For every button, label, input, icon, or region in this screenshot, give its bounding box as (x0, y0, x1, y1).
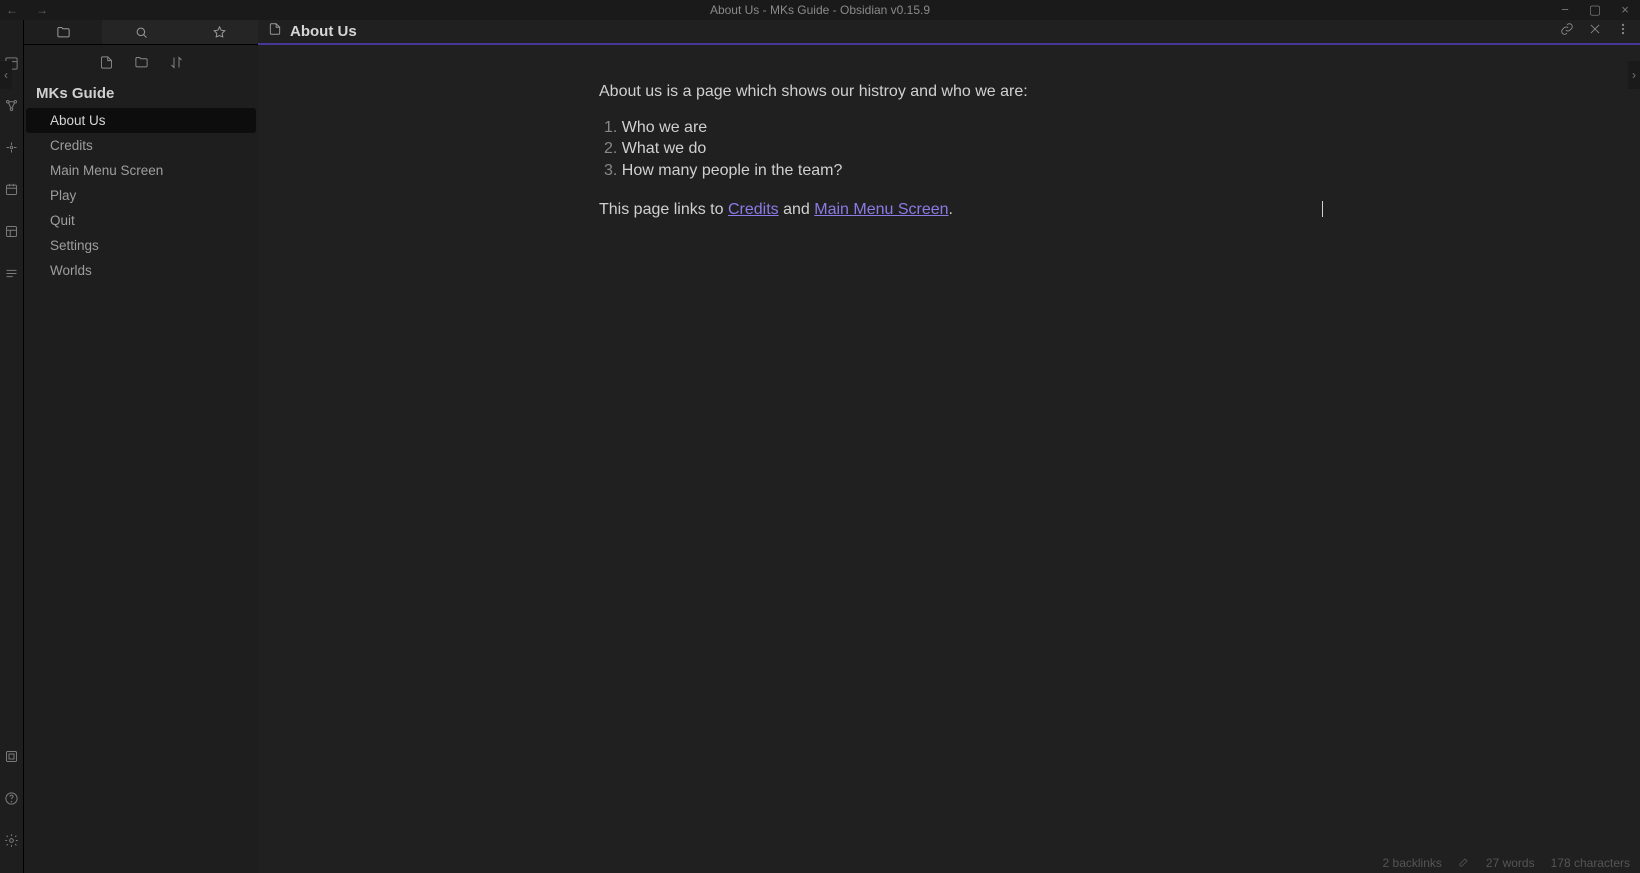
daily-note-icon[interactable] (4, 182, 19, 202)
links-mid-text: and (779, 201, 815, 218)
char-count: 178 characters (1551, 856, 1630, 870)
minimize-button[interactable]: − (1550, 2, 1580, 18)
sidebar-tabs (24, 20, 258, 45)
titlebar-nav: ← → (6, 3, 48, 17)
command-palette-icon[interactable] (4, 266, 19, 286)
vault-icon[interactable] (4, 749, 19, 769)
editor-title[interactable]: About Us (290, 23, 357, 40)
new-folder-icon[interactable] (134, 55, 149, 75)
word-count: 27 words (1486, 856, 1535, 870)
links-suffix-text: . (949, 201, 953, 218)
note-icon (268, 22, 282, 41)
link-view-icon[interactable] (1560, 22, 1574, 41)
intro-paragraph[interactable]: About us is a page which shows our histr… (599, 81, 1299, 103)
collapse-right-sidebar-icon[interactable]: › (1628, 61, 1640, 89)
file-item[interactable]: Play (26, 183, 256, 208)
titlebar: ← → About Us - MKs Guide - Obsidian v0.1… (0, 0, 1640, 20)
link-main-menu-screen[interactable]: Main Menu Screen (814, 201, 948, 218)
backlinks-count[interactable]: 2 backlinks (1383, 856, 1442, 870)
window-title: About Us - MKs Guide - Obsidian v0.15.9 (710, 3, 930, 17)
window-controls: − ▢ × (1550, 2, 1640, 18)
file-item[interactable]: Main Menu Screen (26, 158, 256, 183)
links-paragraph[interactable]: This page links to Credits and Main Menu… (599, 199, 1299, 221)
close-window-button[interactable]: × (1610, 2, 1640, 18)
graph-view-icon[interactable] (4, 98, 19, 118)
links-prefix-text: This page links to (599, 201, 728, 218)
file-item[interactable]: Settings (26, 233, 256, 258)
vault-name: MKs Guide (24, 81, 258, 108)
collapse-left-sidebar-icon[interactable]: ‹ (0, 61, 12, 89)
file-item[interactable]: Quit (26, 208, 256, 233)
more-options-icon[interactable] (1616, 22, 1630, 41)
help-icon[interactable] (4, 791, 19, 811)
list-item[interactable]: 1. Who we are (604, 117, 1299, 139)
tab-file-explorer[interactable] (24, 20, 102, 44)
editor-pane: About Us About us is a page which shows … (258, 20, 1640, 873)
forward-icon[interactable]: → (36, 3, 48, 17)
new-note-icon[interactable] (99, 55, 114, 75)
edit-mode-icon[interactable] (1458, 856, 1470, 871)
ordered-list[interactable]: 1. Who we are2. What we do3. How many pe… (599, 117, 1299, 182)
tab-search[interactable] (102, 20, 180, 44)
canvas-icon[interactable] (4, 140, 19, 160)
back-icon[interactable]: ← (6, 3, 18, 17)
sidebar: MKs Guide About UsCreditsMain Menu Scree… (24, 20, 258, 873)
close-tab-icon[interactable] (1588, 22, 1602, 41)
file-item[interactable]: Credits (26, 133, 256, 158)
editor-header: About Us (258, 19, 1640, 45)
file-item[interactable]: About Us (26, 108, 256, 133)
editor-body[interactable]: About us is a page which shows our histr… (258, 45, 1640, 873)
tab-starred[interactable] (180, 20, 258, 44)
settings-icon[interactable] (4, 833, 19, 853)
sort-icon[interactable] (169, 55, 184, 75)
sidebar-toolbar (24, 45, 258, 81)
file-list: About UsCreditsMain Menu ScreenPlayQuitS… (24, 108, 258, 873)
maximize-button[interactable]: ▢ (1580, 2, 1610, 18)
ribbon (0, 20, 24, 873)
document-content[interactable]: About us is a page which shows our histr… (599, 81, 1299, 873)
file-item[interactable]: Worlds (26, 258, 256, 283)
list-item[interactable]: 2. What we do (604, 138, 1299, 160)
link-credits[interactable]: Credits (728, 201, 779, 218)
editor-actions (1560, 22, 1630, 41)
templates-icon[interactable] (4, 224, 19, 244)
list-item[interactable]: 3. How many people in the team? (604, 160, 1299, 182)
status-bar: 2 backlinks 27 words 178 characters (1383, 853, 1630, 873)
